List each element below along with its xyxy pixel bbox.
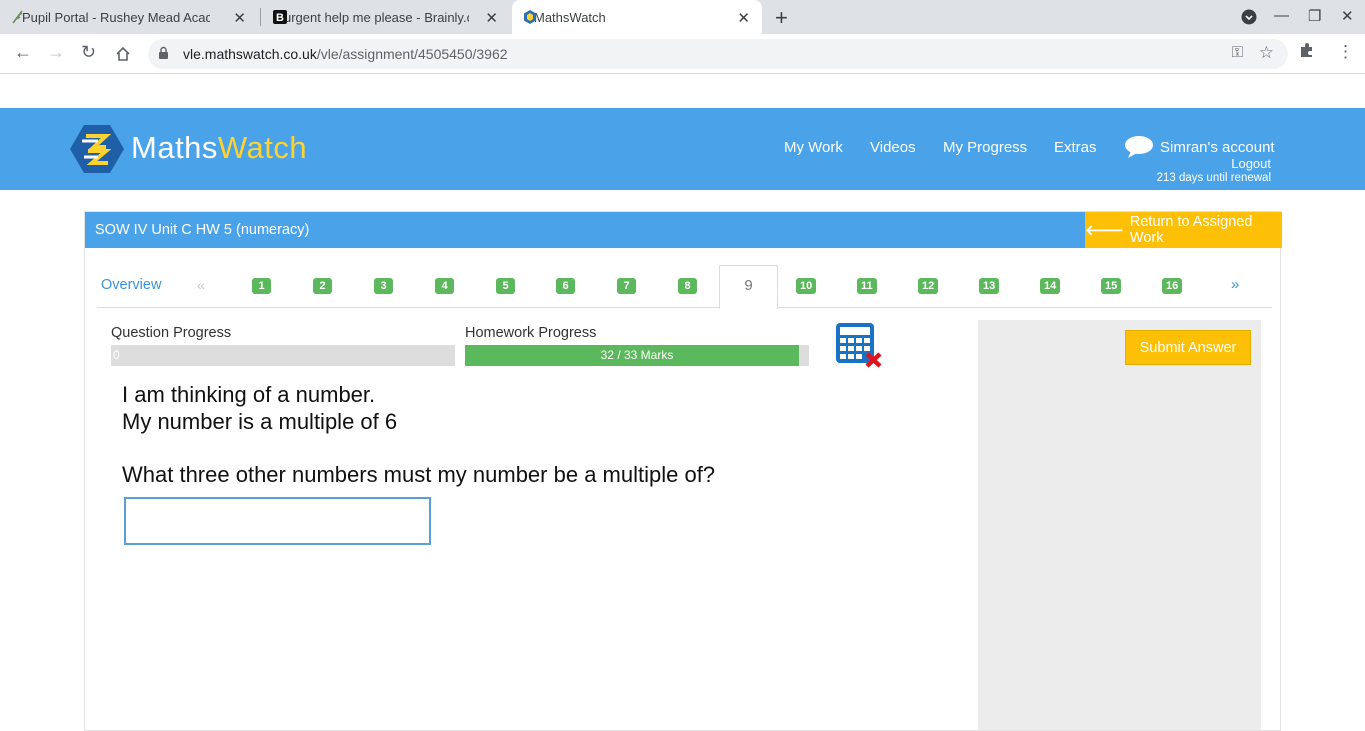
- homework-progress-label: Homework Progress: [465, 325, 597, 341]
- question-tab-10[interactable]: 10: [796, 278, 817, 294]
- question-tab-3[interactable]: 3: [374, 278, 393, 294]
- minimize-icon[interactable]: —: [1274, 7, 1289, 24]
- question-tab-4[interactable]: 4: [435, 278, 454, 294]
- window-close-icon[interactable]: ✕: [1341, 7, 1354, 25]
- question-line-1: I am thinking of a number.: [122, 382, 376, 407]
- address-bar[interactable]: vle.mathswatch.co.uk/vle/assignment/4505…: [148, 39, 1288, 69]
- question-tab-6[interactable]: 6: [556, 278, 575, 294]
- logout-link[interactable]: Logout: [1231, 156, 1271, 171]
- tab-separator: [260, 8, 261, 26]
- homework-progress-text: 32 / 33 Marks: [600, 348, 674, 362]
- assignment-panel: SOW IV Unit C HW 5 (numeracy) 🡐 Return t…: [84, 211, 1282, 731]
- forward-arrow-icon[interactable]: →: [47, 42, 65, 63]
- mathswatch-logo-text[interactable]: MathsWatch: [131, 130, 307, 166]
- question-tab-8[interactable]: 8: [678, 278, 697, 294]
- url-domain: vle.mathswatch.co.uk: [183, 46, 317, 62]
- home-icon[interactable]: [115, 46, 131, 62]
- close-icon[interactable]: ✕: [737, 9, 750, 27]
- key-icon[interactable]: ⚿: [1232, 44, 1243, 61]
- return-button-label: Return to Assigned Work: [1129, 214, 1253, 246]
- brainly-icon: B: [273, 10, 287, 24]
- nav-extras[interactable]: Extras: [1054, 139, 1097, 156]
- answer-input[interactable]: [124, 497, 431, 545]
- question-tab-1[interactable]: 1: [252, 278, 271, 294]
- answer-sidebar: Submit Answer: [978, 320, 1261, 730]
- browser-tab-title: Pupil Portal - Rushey Mead Acad: [22, 9, 210, 25]
- back-arrow-icon[interactable]: ←: [14, 42, 32, 63]
- url-text: vle.mathswatch.co.uk/vle/assignment/4505…: [183, 46, 508, 62]
- mathswatch-logo-icon[interactable]: [70, 125, 124, 173]
- overview-link[interactable]: Overview: [101, 277, 161, 293]
- question-progress-value: 0: [113, 348, 120, 362]
- question-tab-15[interactable]: 15: [1101, 278, 1122, 294]
- tab-search-icon[interactable]: [1241, 9, 1257, 25]
- site-header: MathsWatch My Work Videos My Progress Ex…: [0, 108, 1365, 190]
- browser-tab-title: urgent help me please - Brainly.co: [284, 9, 469, 25]
- browser-tab-title: MathsWatch: [534, 9, 606, 25]
- nav-my-progress[interactable]: My Progress: [943, 139, 1027, 156]
- tabs-divider: [97, 307, 1272, 308]
- lock-icon: [159, 46, 168, 59]
- svg-text:B: B: [276, 12, 284, 24]
- url-path: /vle/assignment/4505450/3962: [316, 46, 508, 62]
- new-tab-icon[interactable]: +: [775, 5, 788, 31]
- question-tab-12[interactable]: 12: [918, 278, 939, 294]
- question-progress-label: Question Progress: [111, 325, 232, 341]
- question-tab-5[interactable]: 5: [496, 278, 515, 294]
- nav-my-work[interactable]: My Work: [784, 139, 843, 156]
- browser-tab-brainly[interactable]: B urgent help me please - Brainly.co ✕: [262, 0, 510, 34]
- bookmark-star-icon[interactable]: ☆: [1259, 43, 1274, 63]
- assignment-header: SOW IV Unit C HW 5 (numeracy) 🡐 Return t…: [85, 212, 1282, 248]
- restore-icon[interactable]: ❐: [1308, 7, 1321, 25]
- browser-tab-bar: Pupil Portal - Rushey Mead Acad ✕ B urge…: [0, 0, 1365, 34]
- question-tab-13[interactable]: 13: [979, 278, 1000, 294]
- return-to-assigned-work-button[interactable]: 🡐 Return to Assigned Work: [1085, 212, 1282, 248]
- mathswatch-icon: [524, 10, 536, 24]
- renewal-text: 213 days until renewal: [1156, 172, 1271, 184]
- logo-maths: Maths: [131, 130, 218, 165]
- homework-progress-bar: 32 / 33 Marks: [465, 345, 809, 366]
- question-tab-16[interactable]: 16: [1162, 278, 1183, 294]
- question-spacer: [122, 435, 715, 462]
- close-icon[interactable]: ✕: [485, 9, 498, 27]
- nav-videos[interactable]: Videos: [870, 139, 916, 156]
- leaf-icon: [12, 10, 23, 24]
- submit-answer-button[interactable]: Submit Answer: [1125, 330, 1251, 365]
- question-tab-14[interactable]: 14: [1040, 278, 1061, 294]
- account-link[interactable]: Simran's account: [1160, 139, 1275, 156]
- browser-toolbar: ← → ↻ vle.mathswatch.co.uk/vle/assignmen…: [0, 34, 1365, 74]
- question-tab-11[interactable]: 11: [857, 278, 877, 294]
- question-line-3: What three other numbers must my number …: [122, 461, 716, 487]
- question-tab-7[interactable]: 7: [617, 278, 636, 294]
- prev-question-link[interactable]: «: [197, 277, 205, 293]
- question-tab-9-active[interactable]: 9: [719, 265, 778, 309]
- close-icon[interactable]: ✕: [233, 9, 246, 27]
- browser-tab-pupil-portal[interactable]: Pupil Portal - Rushey Mead Acad ✕: [0, 0, 258, 34]
- assignment-title: SOW IV Unit C HW 5 (numeracy): [95, 222, 310, 238]
- extensions-puzzle-icon[interactable]: [1298, 41, 1316, 59]
- question-line-2: My number is a multiple of 6: [122, 408, 398, 434]
- browser-tab-mathswatch[interactable]: MathsWatch ✕: [512, 0, 762, 34]
- next-question-link[interactable]: »: [1231, 276, 1239, 293]
- logo-watch: Watch: [217, 130, 308, 165]
- reload-icon[interactable]: ↻: [81, 42, 96, 63]
- question-text: I am thinking of a number. My number is …: [122, 382, 715, 488]
- question-tab-2[interactable]: 2: [313, 278, 332, 294]
- chat-bubble-icon[interactable]: [1124, 135, 1154, 159]
- question-progress-bar: 0: [111, 345, 455, 366]
- calculator-not-allowed-icon: [836, 323, 882, 368]
- arrow-left-icon: 🡐: [1085, 222, 1124, 239]
- kebab-menu-icon[interactable]: ⋮: [1337, 42, 1354, 62]
